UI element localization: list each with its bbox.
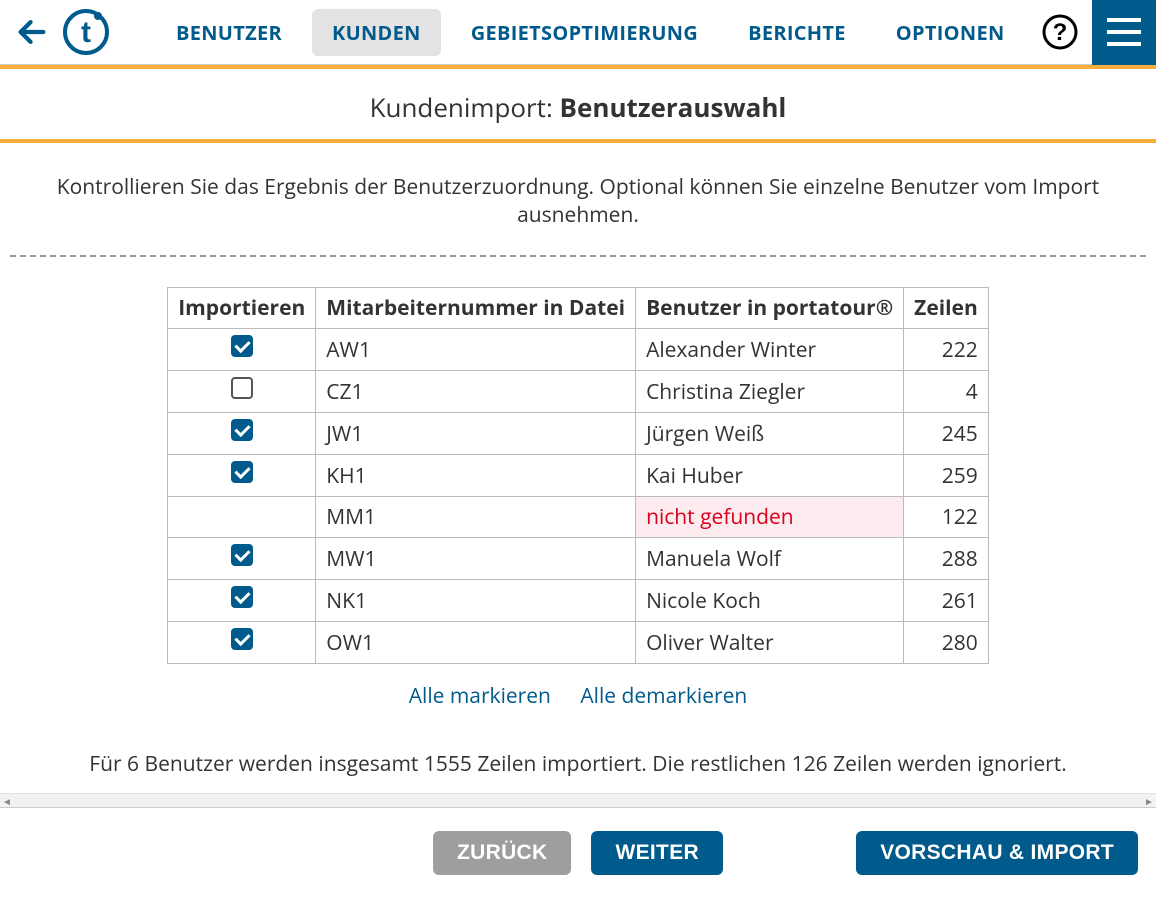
col-header-employee-id: Mitarbeiternummer in Datei [316, 288, 636, 329]
nav-item-options[interactable]: OPTIONEN [876, 9, 1025, 56]
cell-user: Kai Huber [636, 455, 904, 497]
col-header-import: Importieren [168, 288, 316, 329]
chevron-left-icon[interactable]: ◄ [0, 794, 14, 807]
cell-employee-id: KH1 [316, 455, 636, 497]
instruction-text: Kontrollieren Sie das Ergebnis der Benut… [0, 173, 1156, 229]
cell-import-checkbox [168, 538, 316, 580]
cell-import-checkbox [168, 371, 316, 413]
table-row: MM1nicht gefunden122 [168, 497, 989, 538]
cell-import-checkbox [168, 455, 316, 497]
table-row: MW1Manuela Wolf288 [168, 538, 989, 580]
top-bar: t BENUTZER KUNDEN GEBIETSOPTIMIERUNG BER… [0, 0, 1156, 65]
footer-bar: ZURÜCK WEITER VORSCHAU & IMPORT [0, 807, 1156, 897]
col-header-rows: Zeilen [904, 288, 989, 329]
cell-row-count: 245 [904, 413, 989, 455]
page-subheader: Kundenimport: Benutzerauswahl [0, 65, 1156, 143]
cell-import-checkbox [168, 497, 316, 538]
cell-import-checkbox [168, 329, 316, 371]
table-row: NK1Nicole Koch261 [168, 580, 989, 622]
content-scroll-area[interactable]: Kontrollieren Sie das Ergebnis der Benut… [0, 143, 1156, 808]
next-button[interactable]: WEITER [592, 831, 723, 875]
hamburger-menu-button[interactable] [1092, 0, 1156, 65]
select-all-link[interactable]: Alle markieren [409, 682, 551, 710]
cell-employee-id: MM1 [316, 497, 636, 538]
cell-row-count: 222 [904, 329, 989, 371]
import-checkbox[interactable] [231, 586, 253, 608]
cell-row-count: 122 [904, 497, 989, 538]
nav-item-users[interactable]: BENUTZER [156, 9, 302, 56]
cell-row-count: 280 [904, 622, 989, 664]
cell-employee-id: OW1 [316, 622, 636, 664]
table-row: AW1Alexander Winter222 [168, 329, 989, 371]
cell-user: Manuela Wolf [636, 538, 904, 580]
deselect-all-link[interactable]: Alle demarkieren [580, 682, 747, 710]
cell-employee-id: NK1 [316, 580, 636, 622]
cell-import-checkbox [168, 413, 316, 455]
table-row: CZ1Christina Ziegler4 [168, 371, 989, 413]
import-checkbox[interactable] [231, 377, 253, 399]
chevron-right-icon[interactable]: ► [1142, 794, 1156, 807]
nav-item-reports[interactable]: BERICHTE [728, 9, 866, 56]
horizontal-scrollbar[interactable]: ◄ ► [0, 793, 1156, 807]
cell-employee-id: JW1 [316, 413, 636, 455]
cell-user: Nicole Koch [636, 580, 904, 622]
import-checkbox[interactable] [231, 419, 253, 441]
import-checkbox[interactable] [231, 628, 253, 650]
help-button[interactable]: ? [1040, 12, 1080, 52]
cell-user: Christina Ziegler [636, 371, 904, 413]
cell-employee-id: AW1 [316, 329, 636, 371]
col-header-user: Benutzer in portatour® [636, 288, 904, 329]
user-assignment-table: Importieren Mitarbeiternummer in Datei B… [167, 287, 989, 664]
import-summary-text: Für 6 Benutzer werden insgesamt 1555 Zei… [38, 750, 1118, 778]
cell-import-checkbox [168, 580, 316, 622]
divider [10, 255, 1146, 257]
import-checkbox[interactable] [231, 461, 253, 483]
preview-import-button[interactable]: VORSCHAU & IMPORT [856, 831, 1138, 875]
cell-employee-id: CZ1 [316, 371, 636, 413]
cell-row-count: 261 [904, 580, 989, 622]
cell-row-count: 4 [904, 371, 989, 413]
main-nav: BENUTZER KUNDEN GEBIETSOPTIMIERUNG BERIC… [156, 9, 1025, 56]
import-checkbox[interactable] [231, 335, 253, 357]
import-checkbox[interactable] [231, 544, 253, 566]
subheader-prefix: Kundenimport: [370, 89, 560, 125]
cell-row-count: 259 [904, 455, 989, 497]
table-row: OW1Oliver Walter280 [168, 622, 989, 664]
cell-row-count: 288 [904, 538, 989, 580]
table-row: KH1Kai Huber259 [168, 455, 989, 497]
svg-text:?: ? [1053, 19, 1068, 46]
cell-import-checkbox [168, 622, 316, 664]
cell-user: Oliver Walter [636, 622, 904, 664]
nav-item-customers[interactable]: KUNDEN [312, 9, 441, 56]
back-arrow-button[interactable] [8, 15, 56, 49]
subheader-title: Benutzerauswahl [560, 89, 787, 125]
svg-text:t: t [81, 16, 91, 49]
cell-user: nicht gefunden [636, 497, 904, 538]
bulk-action-links: Alle markieren Alle demarkieren [0, 682, 1156, 710]
app-logo: t [56, 8, 116, 56]
nav-item-territory[interactable]: GEBIETSOPTIMIERUNG [451, 9, 718, 56]
back-button[interactable]: ZURÜCK [433, 831, 571, 875]
cell-user: Alexander Winter [636, 329, 904, 371]
cell-employee-id: MW1 [316, 538, 636, 580]
table-row: JW1Jürgen Weiß245 [168, 413, 989, 455]
cell-user: Jürgen Weiß [636, 413, 904, 455]
